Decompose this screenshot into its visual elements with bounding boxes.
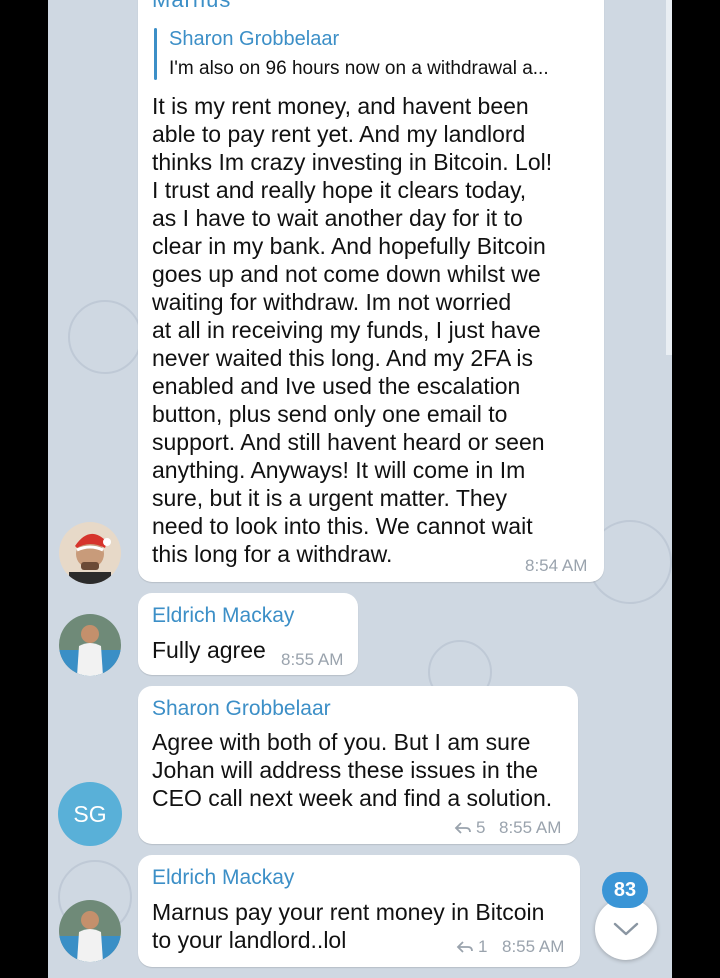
message-text: It is my rent money, and havent been abl… xyxy=(152,93,553,567)
reply-count-value: 5 xyxy=(476,818,486,837)
message-bubble[interactable]: Sharon Grobbelaar Agree with both of you… xyxy=(138,686,578,844)
message-sender[interactable]: Sharon Grobbelaar xyxy=(152,697,331,721)
reply-count[interactable]: 5 xyxy=(454,818,485,838)
avatar[interactable] xyxy=(59,900,121,962)
scrollbar[interactable] xyxy=(666,0,672,355)
message-sender[interactable]: Eldrich Mackay xyxy=(152,604,294,628)
message-time: 8:55 AM xyxy=(499,818,562,837)
message-text: Agree with both of you. But I am sure Jo… xyxy=(152,729,553,811)
chat-background: Marnus Sharon Grobbelaar I'm also on 96 … xyxy=(48,0,672,978)
wallpaper-doodle xyxy=(68,300,142,374)
avatar[interactable] xyxy=(59,522,121,584)
chevron-down-icon xyxy=(613,922,639,936)
message-bubble[interactable]: Marnus Sharon Grobbelaar I'm also on 96 … xyxy=(138,0,604,582)
user-photo-icon xyxy=(59,900,121,962)
message-time: 8:54 AM xyxy=(525,556,588,575)
message-text: Fully agree xyxy=(152,637,266,663)
avatar-initials[interactable]: SG xyxy=(58,782,122,846)
user-photo-icon xyxy=(59,614,121,676)
reply-arrow-icon xyxy=(454,822,471,834)
message-sender[interactable]: Eldrich Mackay xyxy=(152,866,294,890)
reply-quote-bar xyxy=(154,28,157,80)
avatar[interactable] xyxy=(59,614,121,676)
message-bubble[interactable]: Eldrich Mackay Marnus pay your rent mone… xyxy=(138,855,580,967)
reply-count-value: 1 xyxy=(478,937,488,956)
reply-arrow-icon xyxy=(456,941,473,953)
partial-sender-name: Marnus xyxy=(152,0,231,10)
reply-count[interactable]: 1 xyxy=(456,937,487,957)
reply-quote-text[interactable]: I'm also on 96 hours now on a withdrawal… xyxy=(169,58,549,80)
reply-quote-sender[interactable]: Sharon Grobbelaar xyxy=(169,28,339,51)
message-time: 8:55 AM xyxy=(502,937,565,956)
unread-count-badge: 83 xyxy=(602,872,648,908)
message-bubble[interactable]: Eldrich Mackay Fully agree 8:55 AM xyxy=(138,593,358,675)
message-time: 8:55 AM xyxy=(281,650,344,669)
user-photo-icon xyxy=(59,522,121,584)
